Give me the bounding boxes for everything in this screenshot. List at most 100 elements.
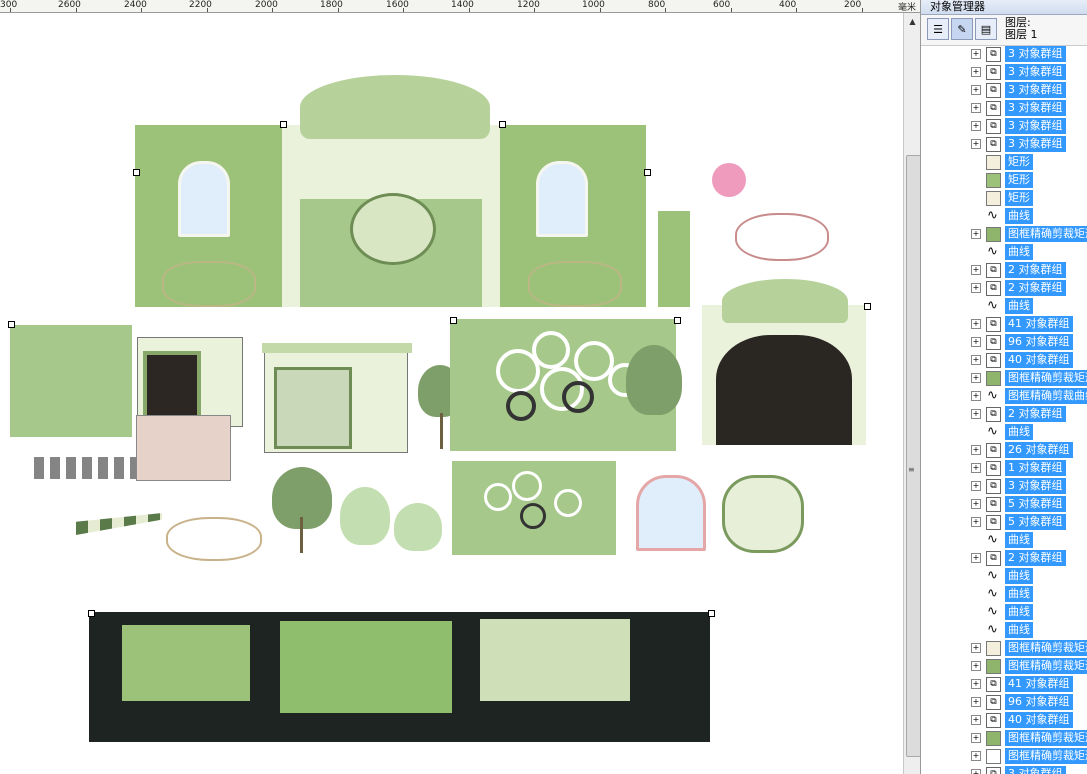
store-sign[interactable] <box>262 343 412 353</box>
tree-row[interactable]: + ⧉ 3 对象群组 <box>921 99 1087 117</box>
expand-toggle-icon[interactable]: + <box>971 265 981 275</box>
expand-toggle-icon[interactable]: + <box>971 319 981 329</box>
expand-toggle-icon[interactable]: + <box>971 517 981 527</box>
scroll-up-icon[interactable]: ▲ <box>904 13 921 29</box>
drawing-canvas[interactable] <box>0 13 903 774</box>
expand-toggle-icon[interactable]: + <box>971 661 981 671</box>
bubble-ring[interactable] <box>484 483 512 511</box>
tree-row[interactable]: 矩形 <box>921 171 1087 189</box>
arch-ornament[interactable] <box>722 279 848 323</box>
tree-row[interactable]: + ⧉ 3 对象群组 <box>921 63 1087 81</box>
expand-toggle-icon[interactable]: + <box>971 283 981 293</box>
tree-row[interactable]: + ⧉ 41 对象群组 <box>921 315 1087 333</box>
tree-row[interactable]: + ⧉ 3 对象群组 <box>921 135 1087 153</box>
expand-toggle-icon[interactable]: + <box>971 337 981 347</box>
expand-toggle-icon[interactable]: + <box>971 391 981 401</box>
arched-window-pink[interactable] <box>636 475 706 551</box>
tree-row[interactable]: + ⧉ 2 对象群组 <box>921 261 1087 279</box>
pink-bicycle[interactable] <box>735 213 829 261</box>
edit-across-layers-icon[interactable]: ✎ <box>951 18 973 40</box>
tree-row[interactable]: 矩形 <box>921 189 1087 207</box>
tree-row[interactable]: + ⧉ 40 对象群组 <box>921 351 1087 369</box>
tree-row[interactable]: ∿ 曲线 <box>921 531 1087 549</box>
medallion-graphic[interactable] <box>722 475 804 553</box>
expand-toggle-icon[interactable]: + <box>971 769 981 774</box>
expand-toggle-icon[interactable]: + <box>971 679 981 689</box>
tree-row[interactable]: + ⧉ 2 对象群组 <box>921 405 1087 423</box>
arched-window[interactable] <box>536 161 588 237</box>
expand-toggle-icon[interactable]: + <box>971 643 981 653</box>
tree-row[interactable]: ∿ 曲线 <box>921 243 1087 261</box>
tree-row[interactable]: + ⧉ 41 对象群组 <box>921 675 1087 693</box>
tree-row[interactable]: ∿ 曲线 <box>921 585 1087 603</box>
tree-row[interactable]: + 图框精确剪裁矩形 <box>921 225 1087 243</box>
tree-row[interactable]: + ⧉ 96 对象群组 <box>921 693 1087 711</box>
expand-toggle-icon[interactable]: + <box>971 463 981 473</box>
tree-graphic[interactable] <box>340 487 390 545</box>
expand-toggle-icon[interactable]: + <box>971 409 981 419</box>
layer-manager-view-icon[interactable]: ▤ <box>975 18 997 40</box>
expand-toggle-icon[interactable]: + <box>971 499 981 509</box>
tree-row[interactable]: + 图框精确剪裁矩形 <box>921 729 1087 747</box>
expand-toggle-icon[interactable]: + <box>971 697 981 707</box>
tree-row[interactable]: + ⧉ 3 对象群组 <box>921 45 1087 63</box>
expand-toggle-icon[interactable]: + <box>971 373 981 383</box>
arched-window[interactable] <box>178 161 230 237</box>
hanging-ornaments[interactable] <box>34 457 136 479</box>
tree-row[interactable]: + ⧉ 3 对象群组 <box>921 477 1087 495</box>
dark-frame[interactable] <box>143 351 201 419</box>
flower-photo[interactable] <box>136 415 231 481</box>
bicycle-graphic[interactable] <box>166 517 262 561</box>
tree-row[interactable]: + ⧉ 40 对象群组 <box>921 711 1087 729</box>
expand-toggle-icon[interactable]: + <box>971 85 981 95</box>
bicycle-graphic[interactable] <box>162 261 256 307</box>
bubble-ring[interactable] <box>554 489 582 517</box>
tree-row[interactable]: + ⧉ 5 对象群组 <box>921 513 1087 531</box>
expand-toggle-icon[interactable]: + <box>971 715 981 725</box>
expand-toggle-icon[interactable]: + <box>971 67 981 77</box>
tree-row[interactable]: + 图框精确剪裁矩形 <box>921 657 1087 675</box>
tree-row[interactable]: + ⧉ 5 对象群组 <box>921 495 1087 513</box>
heart-balloon[interactable] <box>712 163 746 197</box>
bubble-ring[interactable] <box>520 503 546 529</box>
tree-row[interactable]: + ⧉ 3 对象群组 <box>921 81 1087 99</box>
expand-toggle-icon[interactable]: + <box>971 103 981 113</box>
tree-row[interactable]: + 图框精确剪裁矩形 <box>921 639 1087 657</box>
vertical-scrollbar[interactable]: ▲ ≡ <box>903 13 921 774</box>
preview-store-scene[interactable] <box>480 619 630 701</box>
narrow-green-strip[interactable] <box>658 211 690 307</box>
tree-row[interactable]: + ⧉ 2 对象群组 <box>921 549 1087 567</box>
tree-row[interactable]: + 图框精确剪裁矩形 <box>921 369 1087 387</box>
tree-row[interactable]: + ⧉ 3 对象群组 <box>921 117 1087 135</box>
expand-toggle-icon[interactable]: + <box>971 445 981 455</box>
tree-row[interactable]: ∿ 曲线 <box>921 603 1087 621</box>
center-medallion[interactable] <box>350 193 436 265</box>
bubble-ring[interactable] <box>512 471 542 501</box>
pattern-tile[interactable] <box>10 325 132 437</box>
tree-row[interactable]: + ⧉ 1 对象群组 <box>921 459 1087 477</box>
tree-row[interactable]: ∿ 曲线 <box>921 207 1087 225</box>
tree-row[interactable]: 矩形 <box>921 153 1087 171</box>
tree-row[interactable]: + ⧉ 3 对象群组 <box>921 765 1087 774</box>
tree-row[interactable]: + ⧉ 2 对象群组 <box>921 279 1087 297</box>
scroll-thumb[interactable] <box>906 155 921 757</box>
tree-row[interactable]: + ⧉ 96 对象群组 <box>921 333 1087 351</box>
dark-arch-opening[interactable] <box>716 335 852 445</box>
tree-row[interactable]: + ∿ 图框精确剪裁曲线 <box>921 387 1087 405</box>
expand-toggle-icon[interactable]: + <box>971 553 981 563</box>
expand-toggle-icon[interactable]: + <box>971 481 981 491</box>
expand-toggle-icon[interactable]: + <box>971 229 981 239</box>
expand-toggle-icon[interactable]: + <box>971 49 981 59</box>
bubble-ring[interactable] <box>506 391 536 421</box>
top-ornament[interactable] <box>300 75 490 139</box>
preview-backdrop-scene[interactable] <box>280 621 452 713</box>
expand-toggle-icon[interactable]: + <box>971 121 981 131</box>
expand-toggle-icon[interactable]: + <box>971 733 981 743</box>
bicycle-graphic[interactable] <box>528 261 622 307</box>
tree-row[interactable]: ∿ 曲线 <box>921 297 1087 315</box>
tree-row[interactable]: ∿ 曲线 <box>921 423 1087 441</box>
tree-row[interactable]: ∿ 曲线 <box>921 621 1087 639</box>
expand-toggle-icon[interactable]: + <box>971 751 981 761</box>
preview-bubble-scene[interactable] <box>122 625 250 701</box>
tree-row[interactable]: ∿ 曲线 <box>921 567 1087 585</box>
